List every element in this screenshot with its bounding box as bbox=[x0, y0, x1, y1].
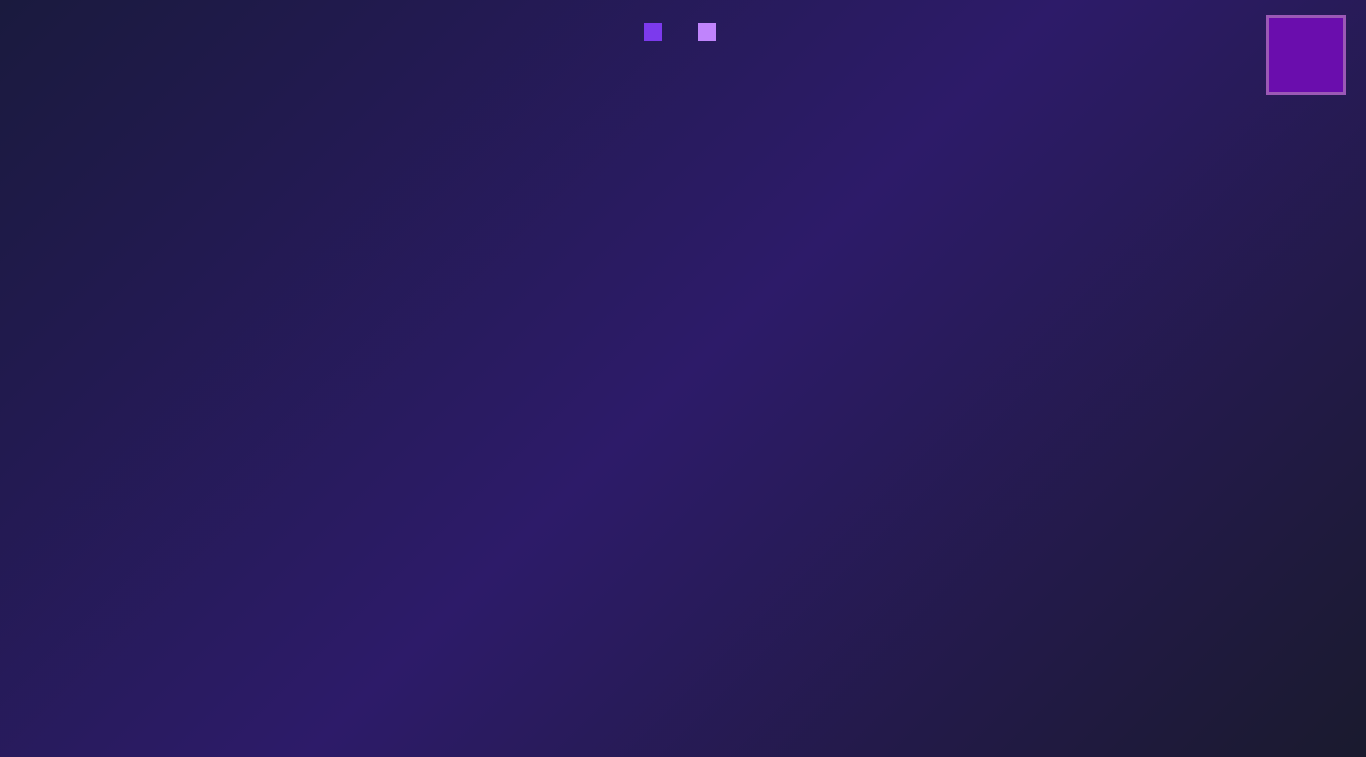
legend bbox=[20, 23, 1346, 41]
legend-average bbox=[644, 23, 668, 41]
legend-low-box bbox=[698, 23, 716, 41]
legend-low bbox=[698, 23, 722, 41]
main-container bbox=[0, 0, 1366, 757]
logo bbox=[1266, 15, 1346, 95]
legend-average-box bbox=[644, 23, 662, 41]
